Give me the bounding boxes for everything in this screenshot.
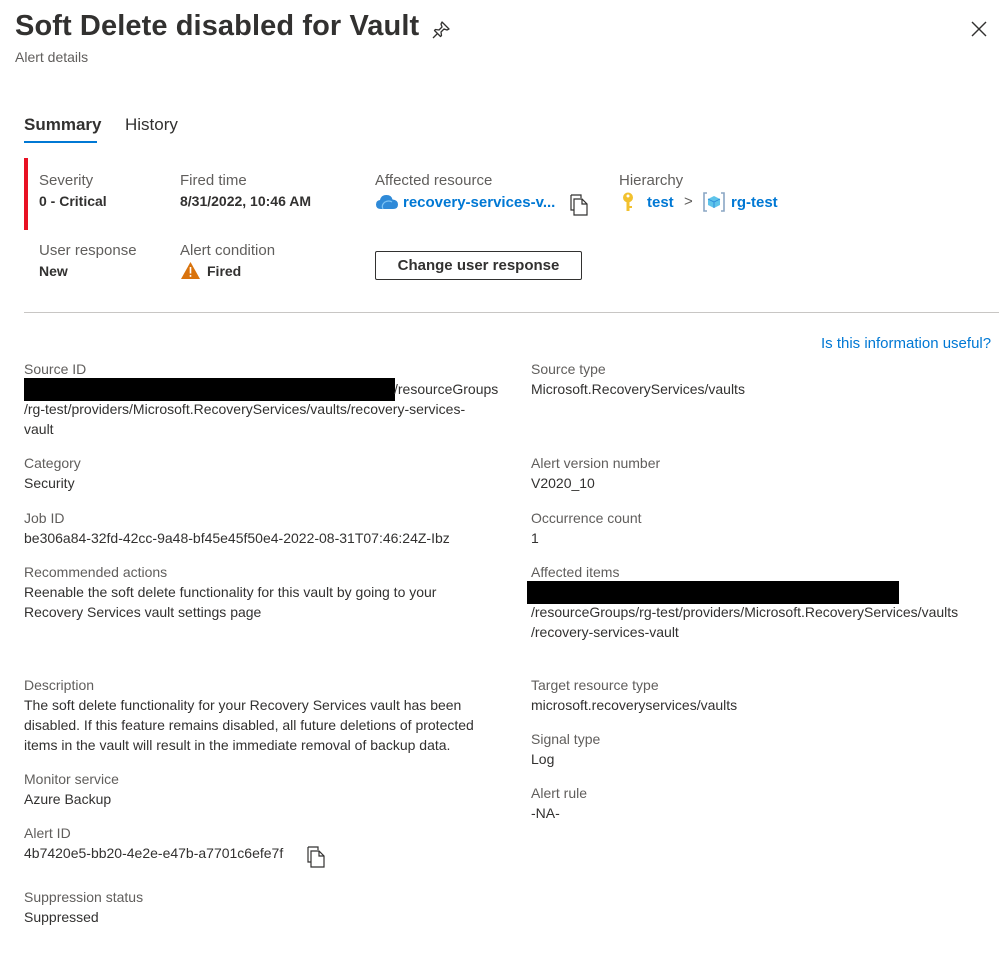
pin-icon[interactable]: [431, 20, 451, 40]
affected-items-line1: /resourceGroups/rg-test/providers/Micros…: [531, 604, 959, 620]
page-title: Soft Delete disabled for Vault: [15, 10, 420, 42]
alert-rule-value: -NA-: [531, 805, 560, 821]
alert-version-value: V2020_10: [531, 475, 595, 491]
fired-time-value: 8/31/2022, 10:46 AM: [180, 193, 312, 209]
chevron-right-icon: >: [684, 193, 693, 210]
signal-type-value: Log: [531, 751, 555, 767]
resource-group-icon: [703, 192, 725, 212]
hierarchy-label: Hierarchy: [619, 172, 684, 189]
severity-value: 0 - Critical: [39, 193, 107, 209]
source-id-value-line1: /resourceGroups: [394, 381, 499, 397]
section-divider: [24, 312, 999, 313]
information-useful-link[interactable]: Is this information useful?: [821, 335, 991, 352]
recommended-actions-label: Recommended actions: [24, 564, 168, 580]
key-icon: [623, 192, 633, 211]
suppression-status-label: Suppression status: [24, 889, 144, 905]
recommended-actions-line2: Recovery Services vault settings page: [24, 604, 262, 620]
target-resource-type-value: microsoft.recoveryservices/vaults: [531, 697, 738, 713]
affected-resource-link[interactable]: recovery-services-v...: [403, 194, 555, 211]
change-user-response-button[interactable]: Change user response: [375, 251, 582, 280]
description-line2: disabled. If this feature remains disabl…: [24, 717, 474, 733]
monitor-service-value: Azure Backup: [24, 791, 112, 807]
alert-condition-value: Fired: [207, 263, 242, 279]
alert-id-label: Alert ID: [24, 825, 71, 841]
recommended-actions-line1: Reenable the soft delete functionality f…: [24, 584, 437, 600]
category-value: Security: [24, 475, 75, 491]
close-icon[interactable]: [969, 19, 989, 39]
fired-time-label: Fired time: [180, 172, 247, 189]
source-id-value-line2: /rg-test/providers/Microsoft.RecoverySer…: [24, 401, 466, 417]
severity-indicator-bar: [24, 158, 28, 230]
category-label: Category: [24, 455, 81, 471]
tab-history[interactable]: History: [125, 115, 178, 135]
copy-icon[interactable]: [307, 846, 325, 868]
tab-summary[interactable]: Summary: [24, 115, 101, 135]
alert-rule-label: Alert rule: [531, 785, 588, 801]
description-line3: items in the vault will result in the im…: [24, 737, 451, 753]
alert-version-label: Alert version number: [531, 455, 661, 471]
job-id-label: Job ID: [24, 510, 65, 526]
user-response-label: User response: [39, 242, 137, 259]
hierarchy-subscription-link[interactable]: test: [647, 194, 674, 211]
suppression-status-value: Suppressed: [24, 909, 99, 925]
affected-items-line2: /recovery-services-vault: [531, 624, 679, 640]
description-line1: The soft delete functionality for your R…: [24, 697, 462, 713]
copy-icon[interactable]: [570, 194, 588, 216]
affected-resource-label: Affected resource: [375, 172, 493, 189]
job-id-value: be306a84-32fd-42cc-9a48-bf45e45f50e4-202…: [24, 530, 450, 546]
alert-id-value: 4b7420e5-bb20-4e2e-e47b-a7701c6efe7f: [24, 845, 284, 861]
occurrence-count-value: 1: [531, 530, 539, 546]
target-resource-type-label: Target resource type: [531, 677, 659, 693]
page-subtitle: Alert details: [15, 49, 89, 65]
severity-label: Severity: [39, 172, 94, 189]
signal-type-label: Signal type: [531, 731, 601, 747]
user-response-value: New: [39, 263, 68, 279]
source-id-label: Source ID: [24, 361, 87, 377]
source-id-value-line3: vault: [24, 421, 54, 437]
warning-icon: [181, 262, 200, 279]
redacted-block: [24, 378, 395, 401]
alert-condition-label: Alert condition: [180, 242, 276, 259]
cloud-vault-icon: [376, 195, 398, 210]
tab-selected-indicator: [24, 141, 97, 143]
source-type-label: Source type: [531, 361, 606, 377]
hierarchy-resource-group-link[interactable]: rg-test: [731, 194, 778, 211]
description-label: Description: [24, 677, 95, 693]
monitor-service-label: Monitor service: [24, 771, 119, 787]
occurrence-count-label: Occurrence count: [531, 510, 642, 526]
source-type-value: Microsoft.RecoveryServices/vaults: [531, 381, 745, 397]
affected-items-label: Affected items: [531, 564, 620, 580]
redacted-block: [527, 581, 899, 604]
